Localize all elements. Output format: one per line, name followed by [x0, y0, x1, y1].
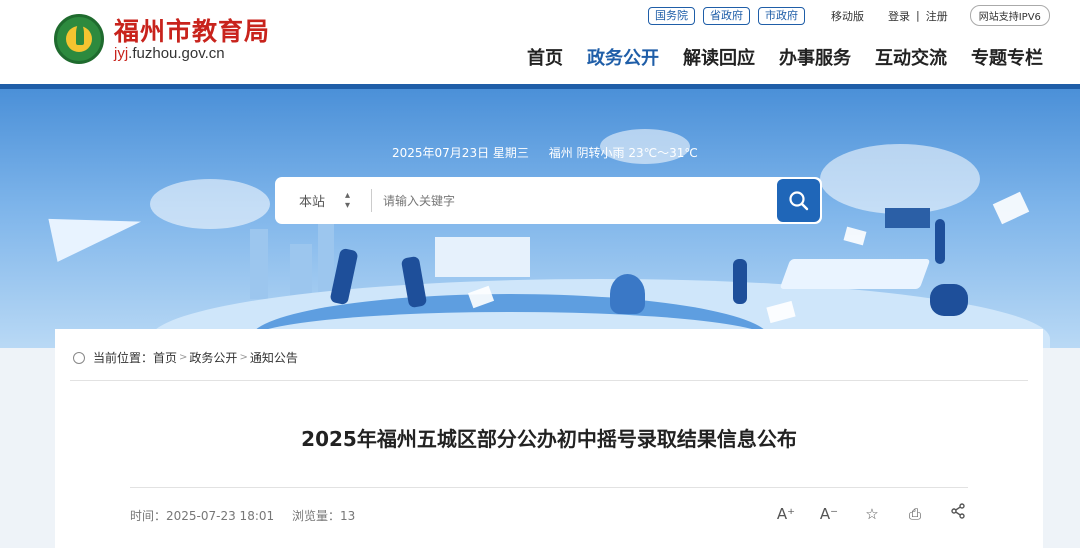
- search-divider: [371, 189, 372, 212]
- building-illustration: [250, 229, 268, 299]
- nav-government-affairs[interactable]: 政务公开: [587, 44, 659, 70]
- paper-illustration: [843, 226, 867, 246]
- open-book-illustration: [779, 259, 931, 289]
- link-provincial-government[interactable]: 省政府: [703, 6, 750, 25]
- link-state-council[interactable]: 国务院: [648, 6, 695, 25]
- font-decrease-icon[interactable]: A⁻: [818, 503, 840, 525]
- logo-emblem-icon[interactable]: [54, 14, 104, 64]
- title-divider: [130, 487, 968, 488]
- students-group-illustration: [930, 284, 968, 316]
- share-icon[interactable]: [947, 503, 969, 525]
- view-count: 浏览量：13: [291, 509, 356, 523]
- favorite-star-icon[interactable]: ☆: [861, 503, 883, 525]
- register-link[interactable]: 注册: [926, 8, 948, 24]
- site-header: 福州市教育局 jyj.fuzhou.gov.cn 国务院 省政府 市政府 移动版…: [0, 0, 1080, 84]
- breadcrumb-home[interactable]: 首页: [153, 349, 177, 366]
- search-icon: [789, 191, 809, 211]
- site-title[interactable]: 福州市教育局: [114, 12, 270, 48]
- date-weather-line: 2025年07月23日 星期三 福州 阴转小雨 23℃～31℃: [392, 144, 714, 161]
- current-date: 2025年07月23日 星期三: [392, 146, 529, 160]
- gate-tower-illustration: [435, 237, 530, 277]
- print-icon[interactable]: ⎙: [904, 503, 926, 525]
- search-input[interactable]: [383, 189, 763, 212]
- building-illustration: [290, 244, 312, 299]
- weather-info: 福州 阴转小雨 23℃～31℃: [548, 146, 698, 160]
- breadcrumb-notices[interactable]: 通知公告: [250, 349, 298, 366]
- search-button[interactable]: [777, 179, 820, 222]
- nav-home[interactable]: 首页: [527, 44, 563, 70]
- search-bar: 本站 ▴ ▾: [275, 177, 822, 224]
- hero-banner: 2025年07月23日 星期三 福州 阴转小雨 23℃～31℃ 本站 ▴ ▾: [0, 89, 1080, 348]
- student-illustration: [733, 259, 747, 304]
- breadcrumb: 当前位置： 首页 > 政务公开 > 通知公告: [73, 349, 298, 366]
- breadcrumb-arrow: >: [179, 352, 188, 363]
- cloud-decoration: [150, 179, 270, 229]
- breadcrumb-divider: [70, 380, 1028, 381]
- ipv6-badge: 网站支持IPV6: [969, 5, 1050, 26]
- domain-highlight: jyj: [114, 45, 129, 62]
- link-city-government[interactable]: 市政府: [758, 6, 805, 25]
- domain-rest: .fuzhou.gov.cn: [128, 45, 225, 62]
- breadcrumb-government-affairs[interactable]: 政务公开: [189, 349, 237, 366]
- search-scope-select[interactable]: 本站: [299, 191, 325, 210]
- nav-interaction[interactable]: 互动交流: [875, 44, 947, 70]
- nav-interpretation[interactable]: 解读回应: [683, 44, 755, 70]
- tree-illustration: [610, 274, 645, 314]
- publish-time: 时间：2025-07-23 18:01: [130, 509, 275, 523]
- top-links: 国务院 省政府 市政府 移动版 登录 | 注册 网站支持IPV6: [648, 5, 1050, 26]
- cloud-decoration: [820, 144, 980, 214]
- article-title: 2025年福州五城区部分公办初中摇号录取结果信息公布: [301, 427, 797, 451]
- login-separator: |: [916, 9, 920, 22]
- mobile-version-link[interactable]: 移动版: [831, 8, 864, 24]
- nav-special-topics[interactable]: 专题专栏: [971, 44, 1043, 70]
- scope-toggle-icon[interactable]: ▴ ▾: [345, 191, 350, 211]
- paper-plane-illustration: [48, 200, 146, 262]
- breadcrumb-prefix: 当前位置：: [93, 351, 154, 365]
- article-meta: 时间：2025-07-23 18:01 浏览量：13: [130, 507, 369, 524]
- nav-services[interactable]: 办事服务: [779, 44, 851, 70]
- location-icon: [73, 351, 85, 364]
- article-tools: A⁺ A⁻ ☆ ⎙: [775, 503, 969, 525]
- main-nav: 首页 政务公开 解读回应 办事服务 互动交流 专题专栏: [527, 44, 1043, 70]
- login-link[interactable]: 登录: [888, 8, 910, 24]
- article-card: 当前位置： 首页 > 政务公开 > 通知公告 2025年福州五城区部分公办初中摇…: [55, 329, 1043, 548]
- site-domain: jyj.fuzhou.gov.cn: [114, 45, 225, 62]
- blackboard-illustration: [885, 208, 930, 228]
- font-increase-icon[interactable]: A⁺: [775, 503, 797, 525]
- breadcrumb-arrow: >: [239, 352, 248, 363]
- teacher-illustration: [935, 219, 945, 264]
- paper-illustration: [992, 191, 1030, 225]
